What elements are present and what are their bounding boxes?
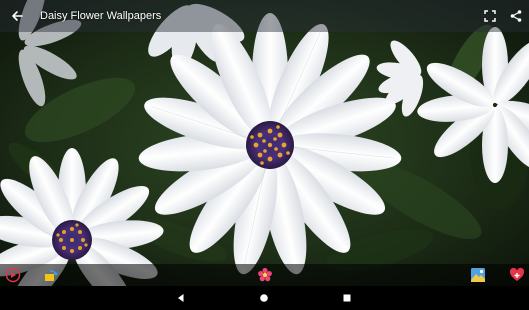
nav-home-button[interactable] — [255, 289, 273, 307]
system-nav-bar — [0, 286, 529, 310]
favorite-add-button[interactable] — [508, 266, 526, 284]
wallpaper-viewer-screen: Daisy Flower Wallpapers — [0, 0, 529, 310]
set-wallpaper-button[interactable] — [469, 266, 487, 284]
share-button[interactable] — [503, 0, 529, 32]
set-wallpaper-icon — [471, 268, 485, 282]
app-bar: Daisy Flower Wallpapers — [0, 0, 529, 32]
favorite-add-icon — [509, 267, 525, 281]
back-button[interactable] — [0, 0, 34, 32]
app-title: Daisy Flower Wallpapers — [40, 10, 162, 22]
slideshow-icon — [5, 267, 21, 283]
fullscreen-button[interactable] — [477, 0, 503, 32]
nav-back-button[interactable] — [172, 289, 190, 307]
nav-recents-icon — [343, 294, 351, 302]
nav-home-icon — [260, 294, 268, 302]
rotate-icon — [45, 270, 59, 281]
arrow-back-icon — [12, 11, 23, 21]
nav-recents-button[interactable] — [338, 289, 356, 307]
share-icon — [510, 10, 522, 22]
rotate-button[interactable] — [42, 266, 60, 284]
flower-button[interactable] — [256, 266, 274, 284]
wallpaper-image[interactable] — [0, 0, 529, 286]
slideshow-button[interactable] — [4, 266, 22, 284]
nav-back-icon — [178, 294, 184, 302]
wallpaper-toolbar — [0, 264, 529, 286]
flower-icon — [258, 267, 272, 282]
fullscreen-icon — [484, 10, 496, 22]
